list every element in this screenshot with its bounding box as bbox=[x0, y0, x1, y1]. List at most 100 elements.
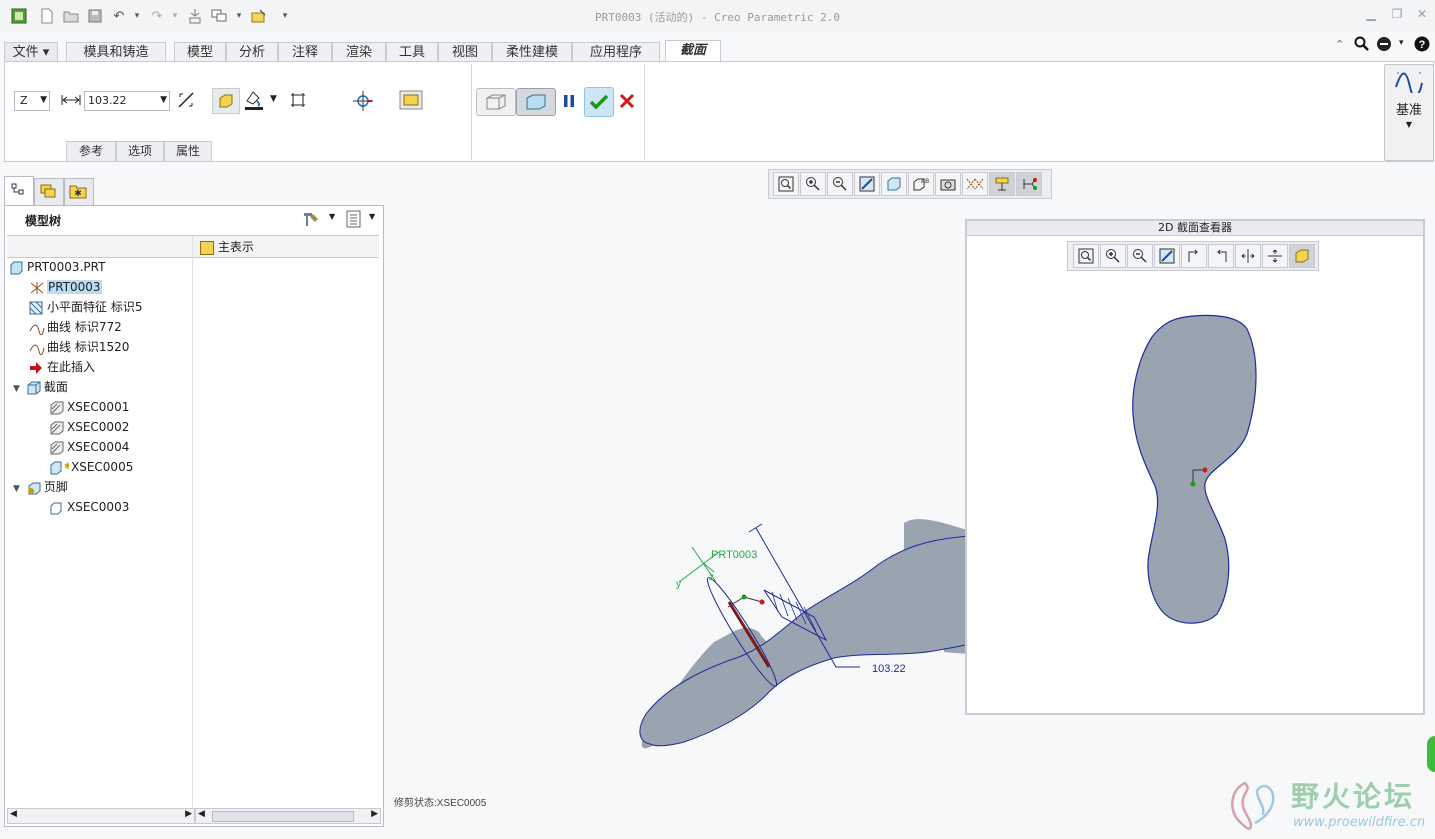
axis-select[interactable]: Z ▼ bbox=[14, 91, 50, 111]
watermark-name: 野火论坛 bbox=[1291, 780, 1416, 813]
tree-filter-icon[interactable] bbox=[345, 210, 363, 231]
chevron-down-icon[interactable]: ▼ bbox=[329, 212, 335, 221]
model-tree-tab-icon[interactable] bbox=[4, 176, 34, 205]
close-icon[interactable]: ✕ bbox=[1413, 7, 1431, 23]
tree-item[interactable]: 曲线 标识772 bbox=[29, 317, 122, 337]
minimize-icon[interactable]: ▁ bbox=[1362, 7, 1380, 23]
tree-item[interactable]: ▼ 截面 bbox=[13, 377, 68, 397]
layer-tree-tab-icon[interactable] bbox=[34, 178, 64, 206]
tab-flexible-modeling[interactable]: 柔性建模 bbox=[492, 42, 572, 62]
search-icon[interactable] bbox=[1354, 36, 1370, 55]
community-dropdown-icon[interactable]: ▾ bbox=[1399, 38, 1404, 48]
curve-icon bbox=[29, 321, 45, 335]
tab-model[interactable]: 模型 bbox=[174, 42, 226, 62]
help-icon[interactable]: ? bbox=[1414, 36, 1430, 55]
chevron-down-icon[interactable]: ▼ bbox=[270, 94, 277, 104]
curve-icon bbox=[29, 341, 45, 355]
column-header-primary[interactable]: 主表示 bbox=[200, 238, 254, 255]
facet-icon bbox=[29, 301, 43, 315]
tree-item[interactable]: XSEC0004 bbox=[49, 437, 129, 457]
tree-item-label: 截面 bbox=[43, 380, 68, 394]
tree-item-label: PRT0003 bbox=[47, 280, 102, 294]
chevron-down-icon: ▼ bbox=[160, 95, 167, 105]
preview-section-icon[interactable] bbox=[398, 88, 424, 112]
pause-icon[interactable] bbox=[558, 90, 580, 112]
datum-curve-icon bbox=[1394, 69, 1424, 98]
sections-icon bbox=[26, 381, 41, 395]
section-2d-view[interactable] bbox=[967, 234, 1421, 708]
expand-icon[interactable]: ▼ bbox=[13, 384, 20, 394]
part-icon bbox=[9, 261, 23, 275]
drag-handle-point bbox=[759, 599, 765, 605]
tree-item-label: XSEC0003 bbox=[67, 500, 130, 514]
expand-icon[interactable]: ▼ bbox=[13, 484, 20, 494]
tree-item[interactable]: 小平面特征 标识5 bbox=[29, 297, 142, 317]
tree-settings-icon[interactable] bbox=[301, 210, 321, 231]
tree-item[interactable]: XSEC0003 bbox=[49, 497, 129, 517]
hatch-color-icon[interactable] bbox=[242, 88, 266, 112]
xsec-icon bbox=[49, 421, 64, 435]
chevron-down-icon[interactable]: ▼ bbox=[369, 212, 375, 221]
horizontal-scrollbar-right[interactable]: ◀ ▶ bbox=[195, 808, 381, 824]
subtab-references[interactable]: 参考 bbox=[66, 141, 116, 161]
horizontal-scrollbar-left[interactable]: ◀ ▶ bbox=[7, 808, 195, 824]
csys-icon bbox=[29, 281, 44, 295]
preview-without-clip-icon[interactable] bbox=[476, 88, 516, 116]
preview-with-clip-icon[interactable] bbox=[516, 88, 556, 116]
capping-surface-icon[interactable] bbox=[288, 90, 308, 110]
footer-icon bbox=[26, 481, 41, 495]
tab-file[interactable]: 文件 ▾ bbox=[4, 42, 58, 62]
watermark-url: www.proewildfire.cn bbox=[1293, 815, 1426, 830]
drag-center-icon[interactable] bbox=[350, 88, 376, 114]
tree-item-label: 曲线 标识1520 bbox=[47, 340, 130, 354]
section-2d-shape bbox=[1132, 314, 1257, 624]
side-assist-button[interactable] bbox=[1427, 736, 1435, 772]
tree-item[interactable]: PRT0003.PRT bbox=[9, 257, 105, 277]
datum-label: 基准 bbox=[1395, 103, 1422, 118]
cancel-icon[interactable] bbox=[616, 90, 638, 112]
tree-item[interactable]: PRT0003 bbox=[29, 277, 102, 297]
tree-item[interactable]: 曲线 标识1520 bbox=[29, 337, 129, 357]
scroll-right-icon[interactable]: ▶ bbox=[185, 809, 192, 819]
tab-render[interactable]: 渲染 bbox=[332, 42, 386, 62]
scroll-left-icon[interactable]: ◀ bbox=[198, 809, 205, 819]
tree-item[interactable]: 在此插入 bbox=[29, 357, 95, 377]
tab-annotate[interactable]: 注释 bbox=[278, 42, 332, 62]
minimize-ribbon-icon[interactable]: ⌃ bbox=[1335, 38, 1344, 51]
show-section-icon[interactable] bbox=[212, 88, 240, 114]
subtab-options[interactable]: 选项 bbox=[116, 141, 164, 161]
community-icon[interactable] bbox=[1376, 36, 1394, 55]
flip-direction-icon[interactable] bbox=[176, 90, 196, 110]
offset-value-field[interactable]: 103.22 ▼ bbox=[84, 91, 170, 111]
tab-view[interactable]: 视图 bbox=[438, 42, 492, 62]
tree-item[interactable]: ▼ 页脚 bbox=[13, 477, 68, 497]
favorites-tab-icon[interactable]: ✱ bbox=[64, 178, 94, 206]
xsec-icon bbox=[49, 441, 64, 455]
tab-analysis[interactable]: 分析 bbox=[226, 42, 278, 62]
chevron-down-icon: ▼ bbox=[1405, 120, 1413, 129]
confirm-icon[interactable] bbox=[584, 87, 614, 117]
tab-applications[interactable]: 应用程序 bbox=[572, 42, 660, 62]
offset-distance-icon bbox=[60, 91, 82, 109]
tree-item-label: XSEC0002 bbox=[67, 420, 130, 434]
tree-item-label: 页脚 bbox=[43, 480, 68, 494]
tree-item-label: 在此插入 bbox=[47, 360, 96, 374]
scroll-right-icon[interactable]: ▶ bbox=[371, 809, 378, 819]
scrollbar-thumb[interactable] bbox=[212, 811, 354, 822]
tab-mold-casting[interactable]: 模具和铸造 bbox=[66, 42, 166, 62]
restore-icon[interactable]: ❐ bbox=[1388, 7, 1406, 23]
subtab-properties[interactable]: 属性 bbox=[164, 141, 212, 161]
csys-axis-z: z bbox=[709, 572, 714, 583]
dimension-value: 103.22 bbox=[872, 663, 906, 675]
clip-status-text: 修剪状态:XSEC0005 bbox=[394, 796, 487, 809]
tree-item-label: 曲线 标识772 bbox=[47, 320, 122, 334]
tree-item[interactable]: XSEC0001 bbox=[49, 397, 129, 417]
drag-handle-point bbox=[1190, 481, 1196, 487]
tree-item[interactable]: XSEC0002 bbox=[49, 417, 129, 437]
watermark: 野火论坛 www.proewildfire.cn bbox=[1225, 775, 1435, 835]
tab-tools[interactable]: 工具 bbox=[386, 42, 438, 62]
scroll-left-icon[interactable]: ◀ bbox=[10, 809, 17, 819]
datum-button[interactable]: 基准 ▼ bbox=[1384, 64, 1434, 161]
tree-item[interactable]: ✱ XSEC0005 bbox=[49, 457, 133, 477]
tab-section[interactable]: 截面 bbox=[665, 40, 721, 62]
